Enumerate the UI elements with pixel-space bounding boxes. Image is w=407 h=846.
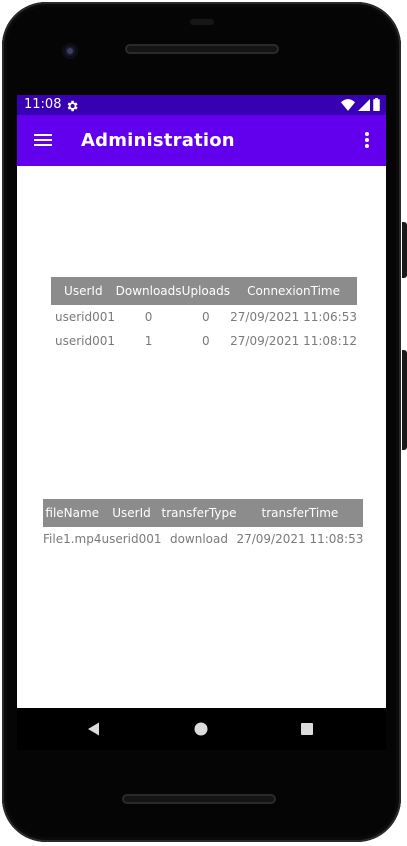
table-row: File1.mp4 userid001 download 27/09/2021 … — [43, 527, 363, 551]
cell-userid: userid001 — [55, 334, 116, 348]
recents-icon[interactable] — [298, 720, 316, 738]
cell-transfer-type: download — [169, 532, 228, 546]
column-header-userid: UserId — [51, 277, 116, 305]
front-camera — [62, 43, 78, 59]
navigation-bar — [17, 708, 386, 750]
wifi-icon — [341, 96, 355, 115]
table-row: userid001 0 0 27/09/2021 11:06:53 — [51, 305, 357, 329]
cell-downloads: 1 — [144, 334, 153, 348]
cell-uploads: 0 — [202, 310, 210, 324]
cell-downloads: 0 — [144, 310, 153, 324]
column-header-transfer-type: transferType — [161, 499, 237, 527]
phone-frame: 11:08 Administration UserId Downloads Up… — [0, 0, 407, 846]
cell-filename: File1.mp4 — [43, 532, 102, 546]
app-bar: Administration — [17, 115, 386, 166]
cell-userid: userid001 — [55, 310, 116, 324]
cell-connexion-time: 27/09/2021 11:08:12 — [230, 334, 357, 348]
proximity-sensor — [190, 19, 214, 25]
page-title: Administration — [81, 130, 235, 151]
cell-transfer-time: 27/09/2021 11:08:53 — [236, 532, 364, 546]
cell-userid: userid001 — [101, 532, 162, 546]
transfers-table: fileName UserId transferType transferTim… — [43, 499, 364, 551]
more-vert-icon[interactable] — [360, 128, 374, 152]
status-icons — [341, 96, 380, 115]
hamburger-menu-icon[interactable] — [31, 128, 55, 152]
column-header-downloads: Downloads — [115, 277, 182, 305]
column-header-filename: fileName — [43, 499, 102, 527]
column-header-connexion-time: ConnexionTime — [230, 277, 357, 305]
battery-icon — [373, 96, 380, 115]
table-row: userid001 1 0 27/09/2021 11:08:12 — [51, 329, 357, 353]
home-icon[interactable] — [192, 720, 210, 738]
back-icon[interactable] — [85, 720, 103, 738]
status-bar: 11:08 — [17, 95, 386, 115]
signal-icon — [358, 96, 370, 115]
column-header-userid: UserId — [101, 499, 162, 527]
power-button — [402, 222, 407, 278]
column-header-transfer-time: transferTime — [236, 499, 364, 527]
users-table: UserId Downloads Uploads ConnexionTime u… — [51, 277, 357, 353]
bottom-speaker — [122, 794, 276, 804]
table-header-row: fileName UserId transferType transferTim… — [43, 499, 364, 527]
table-header-row: UserId Downloads Uploads ConnexionTime — [51, 277, 357, 305]
earpiece-speaker — [125, 44, 279, 54]
column-header-uploads: Uploads — [181, 277, 231, 305]
volume-button — [402, 350, 407, 450]
gear-icon — [65, 98, 79, 112]
cell-uploads: 0 — [202, 334, 210, 348]
status-time: 11:08 — [24, 97, 62, 112]
cell-connexion-time: 27/09/2021 11:06:53 — [230, 310, 357, 324]
screen: 11:08 Administration UserId Downloads Up… — [17, 95, 386, 708]
